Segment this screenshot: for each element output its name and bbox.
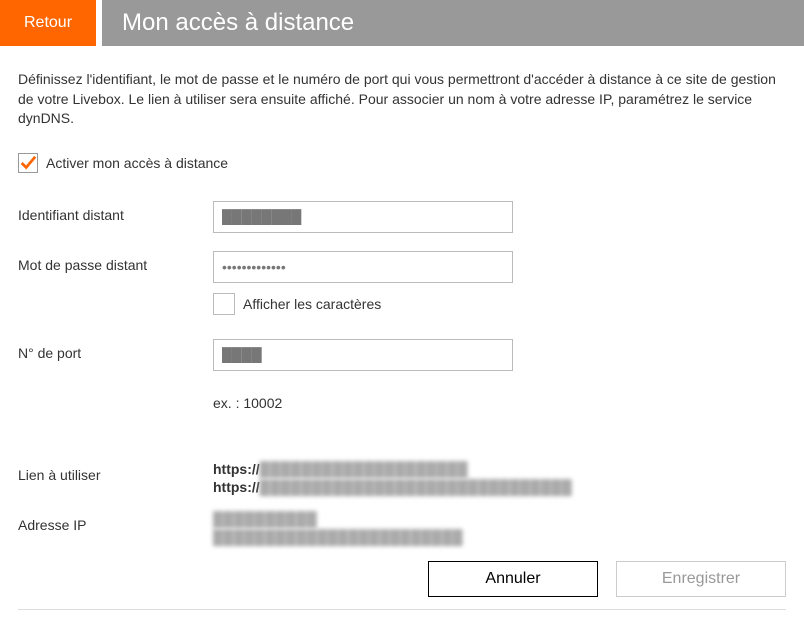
page-description: Définissez l'identifiant, le mot de pass… (18, 70, 778, 129)
port-row: N° de port ex. : 10002 (18, 339, 786, 411)
link-row: Lien à utiliser https://████████████████… (18, 461, 786, 497)
identifier-input[interactable] (213, 201, 513, 233)
port-input[interactable] (213, 339, 513, 371)
link-value-1: ████████████████████ (260, 461, 468, 477)
port-hint: ex. : 10002 (213, 395, 786, 411)
show-chars-label: Afficher les caractères (243, 296, 381, 312)
page-header: Retour Mon accès à distance (0, 0, 804, 46)
link-value-2: ██████████████████████████████ (260, 479, 573, 495)
activate-label: Activer mon accès à distance (46, 155, 228, 171)
button-row: Annuler Enregistrer (18, 561, 786, 597)
content-area: Définissez l'identifiant, le mot de pass… (0, 46, 804, 626)
save-button[interactable]: Enregistrer (616, 561, 786, 597)
ip-values: ██████████ ████████████████████████ (213, 511, 463, 547)
link-label: Lien à utiliser (18, 461, 213, 483)
show-chars-checkbox[interactable] (213, 293, 235, 315)
ip-row: Adresse IP ██████████ ██████████████████… (18, 511, 786, 547)
activate-row: Activer mon accès à distance (18, 153, 786, 173)
password-row: Mot de passe distant Afficher les caract… (18, 251, 786, 321)
link-prefix-2: https:// (213, 479, 260, 495)
link-prefix-1: https:// (213, 461, 260, 477)
password-input[interactable] (213, 251, 513, 283)
identifier-label: Identifiant distant (18, 201, 213, 223)
port-label: N° de port (18, 339, 213, 361)
ip-label: Adresse IP (18, 511, 213, 533)
check-icon (19, 154, 37, 172)
bottom-divider (18, 609, 786, 610)
show-chars-row: Afficher les caractères (213, 293, 786, 315)
identifier-row: Identifiant distant (18, 201, 786, 233)
back-button[interactable]: Retour (0, 0, 96, 46)
cancel-button[interactable]: Annuler (428, 561, 598, 597)
ip-value-2: ████████████████████████ (213, 529, 463, 545)
activate-checkbox[interactable] (18, 153, 38, 173)
link-values: https://████████████████████ https://███… (213, 461, 572, 497)
page-title: Mon accès à distance (102, 0, 804, 46)
ip-value-1: ██████████ (213, 511, 317, 527)
password-label: Mot de passe distant (18, 251, 213, 273)
